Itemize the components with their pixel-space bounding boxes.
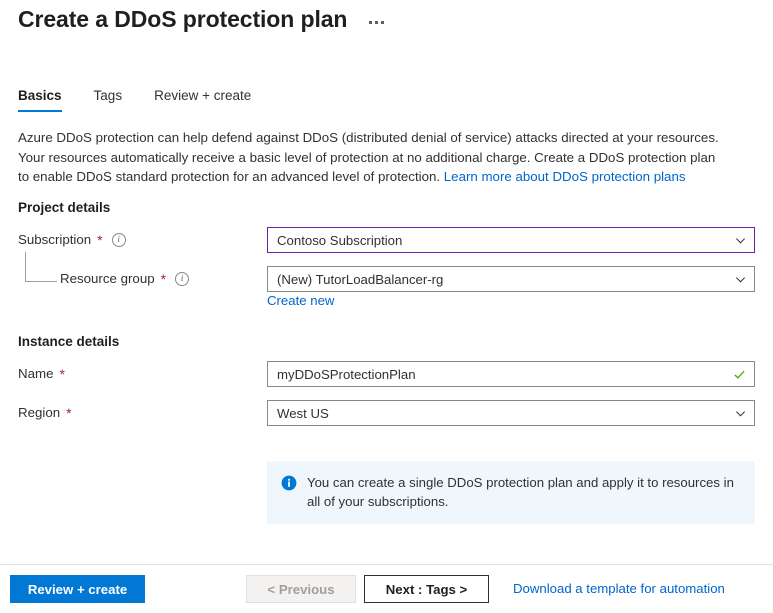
required-marker: * xyxy=(97,231,103,248)
next-tags-button[interactable]: Next : Tags > xyxy=(364,575,489,603)
blade-footer: Review + create < Previous Next : Tags >… xyxy=(0,565,773,613)
download-template-link[interactable]: Download a template for automation xyxy=(513,581,725,596)
region-label: Region * xyxy=(18,405,72,420)
more-options-icon[interactable] xyxy=(365,17,388,28)
blade-description: Azure DDoS protection can help defend ag… xyxy=(18,128,730,187)
name-label: Name * xyxy=(18,366,65,381)
info-banner-text: You can create a single DDoS protection … xyxy=(307,475,734,509)
subscription-value: Contoso Subscription xyxy=(277,232,403,248)
resource-group-label: Resource group * i xyxy=(60,270,190,287)
create-ddos-protection-plan-blade: Create a DDoS protection plan Basics Tag… xyxy=(0,0,773,613)
tab-review-create[interactable]: Review + create xyxy=(154,86,265,112)
create-new-resource-group-link[interactable]: Create new xyxy=(267,293,334,308)
field-hierarchy-connector xyxy=(25,252,57,282)
wizard-tabs: Basics Tags Review + create xyxy=(18,86,265,112)
project-details-heading: Project details xyxy=(18,200,111,215)
page-title: Create a DDoS protection plan xyxy=(18,6,348,32)
required-marker: * xyxy=(59,365,65,382)
chevron-down-icon xyxy=(735,235,746,246)
instance-details-heading: Instance details xyxy=(18,334,120,349)
subscription-dropdown[interactable]: Contoso Subscription xyxy=(267,227,755,253)
ellipsis-dot xyxy=(375,21,379,24)
region-value: West US xyxy=(277,405,329,421)
validation-check-icon xyxy=(733,368,746,381)
blade-header: Create a DDoS protection plan xyxy=(18,6,388,33)
resource-group-value: (New) TutorLoadBalancer-rg xyxy=(277,271,444,287)
chevron-down-icon xyxy=(735,408,746,419)
info-circle-icon xyxy=(281,475,297,491)
tab-tags[interactable]: Tags xyxy=(94,86,137,112)
required-marker: * xyxy=(160,270,167,287)
ellipsis-dot xyxy=(369,21,373,24)
region-dropdown[interactable]: West US xyxy=(267,400,755,426)
subscription-label-text: Subscription xyxy=(18,232,92,247)
info-banner: You can create a single DDoS protection … xyxy=(267,461,755,524)
resource-group-label-text: Resource group xyxy=(60,271,155,286)
subscription-label: Subscription * i xyxy=(18,232,126,247)
resource-group-dropdown[interactable]: (New) TutorLoadBalancer-rg xyxy=(267,266,755,292)
review-create-button[interactable]: Review + create xyxy=(10,575,145,603)
learn-more-link[interactable]: Learn more about DDoS protection plans xyxy=(444,169,686,184)
ellipsis-dot xyxy=(381,21,385,24)
required-marker: * xyxy=(66,404,72,421)
name-input[interactable]: myDDoSProtectionPlan xyxy=(267,361,755,387)
tab-basics[interactable]: Basics xyxy=(18,86,76,112)
name-label-text: Name xyxy=(18,366,54,381)
name-value: myDDoSProtectionPlan xyxy=(277,366,416,382)
info-icon[interactable]: i xyxy=(111,232,126,247)
region-label-text: Region xyxy=(18,405,61,420)
info-icon[interactable]: i xyxy=(175,271,190,286)
previous-button: < Previous xyxy=(246,575,356,603)
chevron-down-icon xyxy=(735,274,746,285)
